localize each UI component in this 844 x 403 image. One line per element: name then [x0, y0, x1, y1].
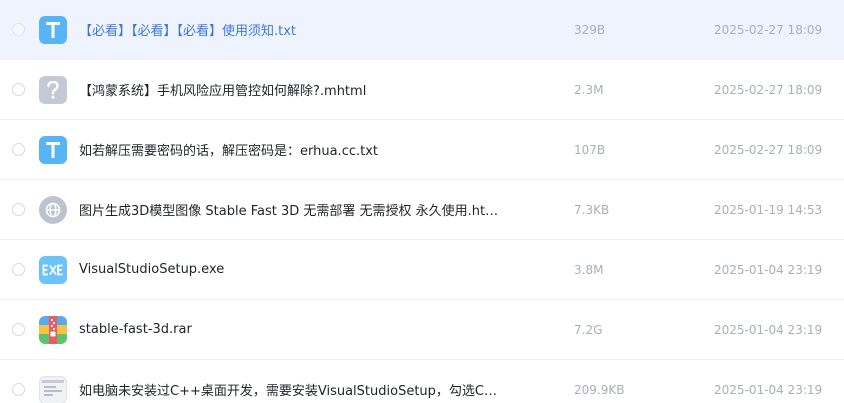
file-size: 7.3KB [574, 202, 610, 217]
file-row[interactable]: 【鸿蒙系统】手机风险应用管控如何解除?.mhtml 2.3M 2025-02-2… [0, 60, 844, 120]
file-name[interactable]: VisualStudioSetup.exe [79, 262, 224, 277]
file-row[interactable]: 如若解压需要密码的话，解压密码是：erhua.cc.txt 107B 2025-… [0, 120, 844, 180]
file-row[interactable]: 【必看】【必看】【必看】使用须知.txt 329B 2025-02-27 18:… [0, 0, 844, 60]
file-date: 2025-01-04 23:19 [714, 322, 823, 337]
file-date: 2025-01-04 23:19 [714, 382, 823, 397]
unknown-file-icon [39, 75, 67, 104]
file-row[interactable]: VisualStudioSetup.exe 3.8M 2025-01-04 23… [0, 240, 844, 300]
file-date: 2025-01-04 23:19 [714, 262, 823, 277]
exe-file-icon [39, 255, 67, 284]
row-checkbox[interactable] [12, 263, 25, 276]
file-row[interactable]: stable-fast-3d.rar 7.2G 2025-01-04 23:19 [0, 300, 844, 360]
file-name[interactable]: stable-fast-3d.rar [79, 322, 192, 337]
file-date: 2025-02-27 18:09 [714, 22, 823, 37]
row-checkbox[interactable] [12, 323, 25, 336]
file-date: 2025-02-27 18:09 [714, 142, 823, 157]
file-size: 7.2G [574, 322, 603, 337]
row-checkbox[interactable] [12, 23, 25, 36]
row-checkbox[interactable] [12, 83, 25, 96]
text-file-icon [39, 135, 67, 164]
row-checkbox[interactable] [12, 203, 25, 216]
row-checkbox[interactable] [12, 383, 25, 396]
file-size: 107B [574, 142, 606, 157]
row-checkbox[interactable] [12, 143, 25, 156]
file-name[interactable]: 图片生成3D模型图像 Stable Fast 3D 无需部署 无需授权 永久使用… [79, 200, 499, 219]
file-list: 【必看】【必看】【必看】使用须知.txt 329B 2025-02-27 18:… [0, 0, 844, 403]
image-file-icon [39, 375, 67, 403]
file-name[interactable]: 如若解压需要密码的话，解压密码是：erhua.cc.txt [79, 140, 378, 159]
file-size: 209.9KB [574, 382, 625, 397]
file-size: 329B [574, 22, 606, 37]
archive-file-icon [39, 315, 67, 344]
file-date: 2025-01-19 14:53 [714, 202, 823, 217]
file-row[interactable]: 如电脑未安装过C++桌面开发，需要安装VisualStudioSetup，勾选C… [0, 360, 844, 403]
file-name[interactable]: 【必看】【必看】【必看】使用须知.txt [79, 20, 296, 39]
file-row[interactable]: 图片生成3D模型图像 Stable Fast 3D 无需部署 无需授权 永久使用… [0, 180, 844, 240]
web-file-icon [39, 195, 67, 224]
file-name[interactable]: 如电脑未安装过C++桌面开发，需要安装VisualStudioSetup，勾选C… [79, 380, 499, 399]
file-name[interactable]: 【鸿蒙系统】手机风险应用管控如何解除?.mhtml [79, 80, 366, 99]
file-size: 3.8M [574, 262, 604, 277]
file-date: 2025-02-27 18:09 [714, 82, 823, 97]
text-file-icon [39, 15, 67, 44]
file-size: 2.3M [574, 82, 604, 97]
